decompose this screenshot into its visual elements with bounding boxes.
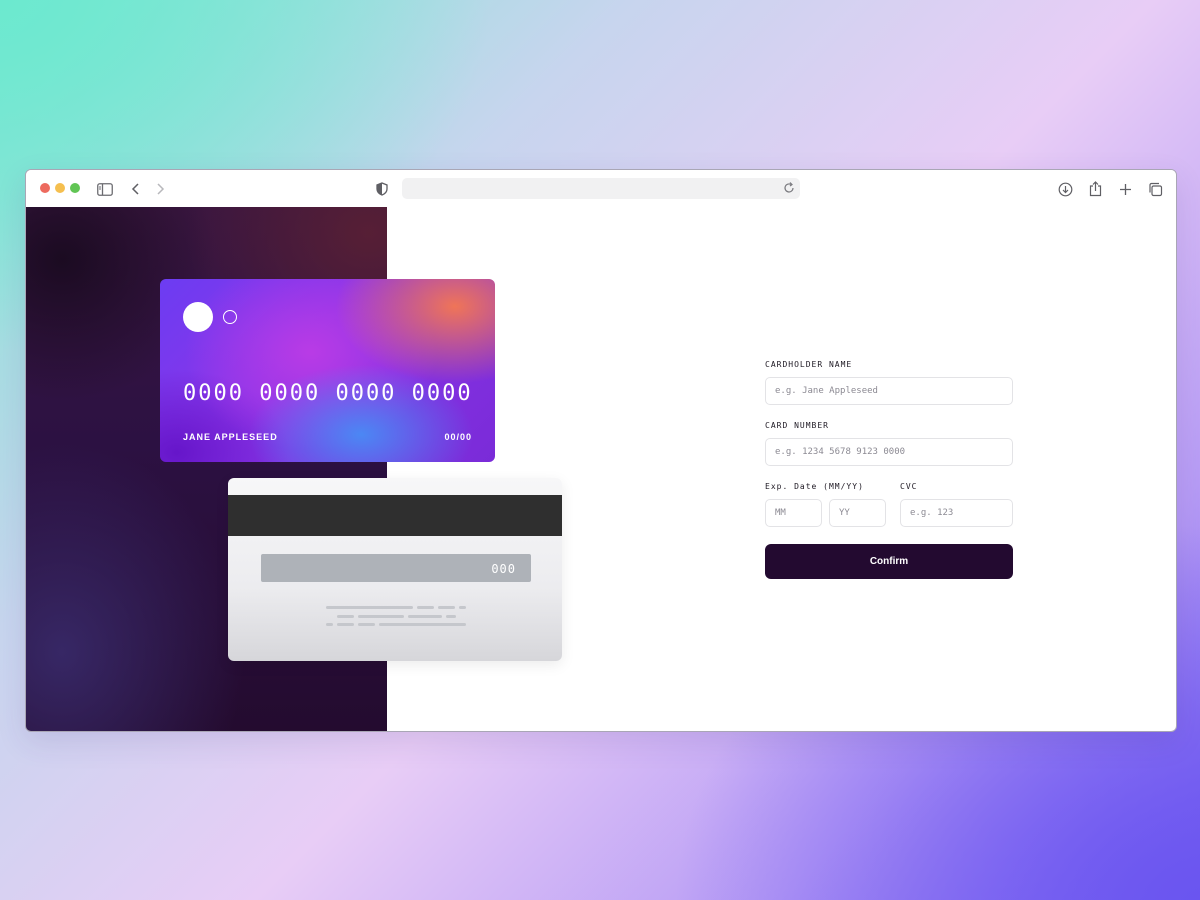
card-front-preview: 0000 0000 0000 0000 JANE APPLESEED 00/00 xyxy=(160,279,495,462)
share-icon[interactable] xyxy=(1086,180,1104,198)
download-icon[interactable] xyxy=(1056,180,1074,198)
reload-icon[interactable] xyxy=(782,180,796,200)
card-number-label: CARD NUMBER xyxy=(765,421,829,430)
card-logo-circle-large xyxy=(183,302,213,332)
card-expiry-display: 00/00 xyxy=(444,432,472,442)
exp-date-label: Exp. Date (MM/YY) xyxy=(765,482,864,491)
card-number-input[interactable] xyxy=(765,438,1013,466)
exp-year-input[interactable] xyxy=(829,499,886,527)
card-cvc-display: 000 xyxy=(491,562,516,576)
fine-print-line xyxy=(337,623,354,626)
fine-print-line xyxy=(326,606,413,609)
signature-strip: 000 xyxy=(261,554,531,582)
plus-icon[interactable] xyxy=(1116,180,1134,198)
chevron-left-icon[interactable] xyxy=(127,180,145,198)
sidebar-icon[interactable] xyxy=(96,180,114,198)
close-window-button[interactable] xyxy=(40,183,50,193)
card-back-preview: 000 xyxy=(228,478,562,661)
browser-toolbar xyxy=(26,170,1176,207)
chevron-right-icon[interactable] xyxy=(151,180,169,198)
fine-print-line xyxy=(408,615,442,618)
card-number-display: 0000 0000 0000 0000 xyxy=(183,381,473,406)
minimize-window-button[interactable] xyxy=(55,183,65,193)
cardholder-name-display: JANE APPLESEED xyxy=(183,432,278,442)
address-bar[interactable] xyxy=(402,178,800,199)
fine-print-line xyxy=(417,606,434,609)
browser-window: 0000 0000 0000 0000 JANE APPLESEED 00/00… xyxy=(25,169,1177,732)
fine-print-line xyxy=(358,623,375,626)
maximize-window-button[interactable] xyxy=(70,183,80,193)
tabs-overview-icon[interactable] xyxy=(1146,180,1164,198)
fine-print-line xyxy=(358,615,404,618)
cvc-label: CVC xyxy=(900,482,918,491)
fine-print-line xyxy=(379,623,466,626)
shield-icon[interactable] xyxy=(373,180,391,198)
fine-print-line xyxy=(459,606,466,609)
exp-month-input[interactable] xyxy=(765,499,822,527)
magnetic-stripe xyxy=(228,495,562,536)
confirm-button[interactable]: Confirm xyxy=(765,544,1013,579)
cvc-input[interactable] xyxy=(900,499,1013,527)
cardholder-name-input[interactable] xyxy=(765,377,1013,405)
fine-print-line xyxy=(337,615,354,618)
fine-print-line xyxy=(438,606,455,609)
card-logo-circle-small xyxy=(223,310,237,324)
cardholder-name-label: CARDHOLDER NAME xyxy=(765,360,853,369)
fine-print-line xyxy=(446,615,456,618)
fine-print-line xyxy=(326,623,333,626)
